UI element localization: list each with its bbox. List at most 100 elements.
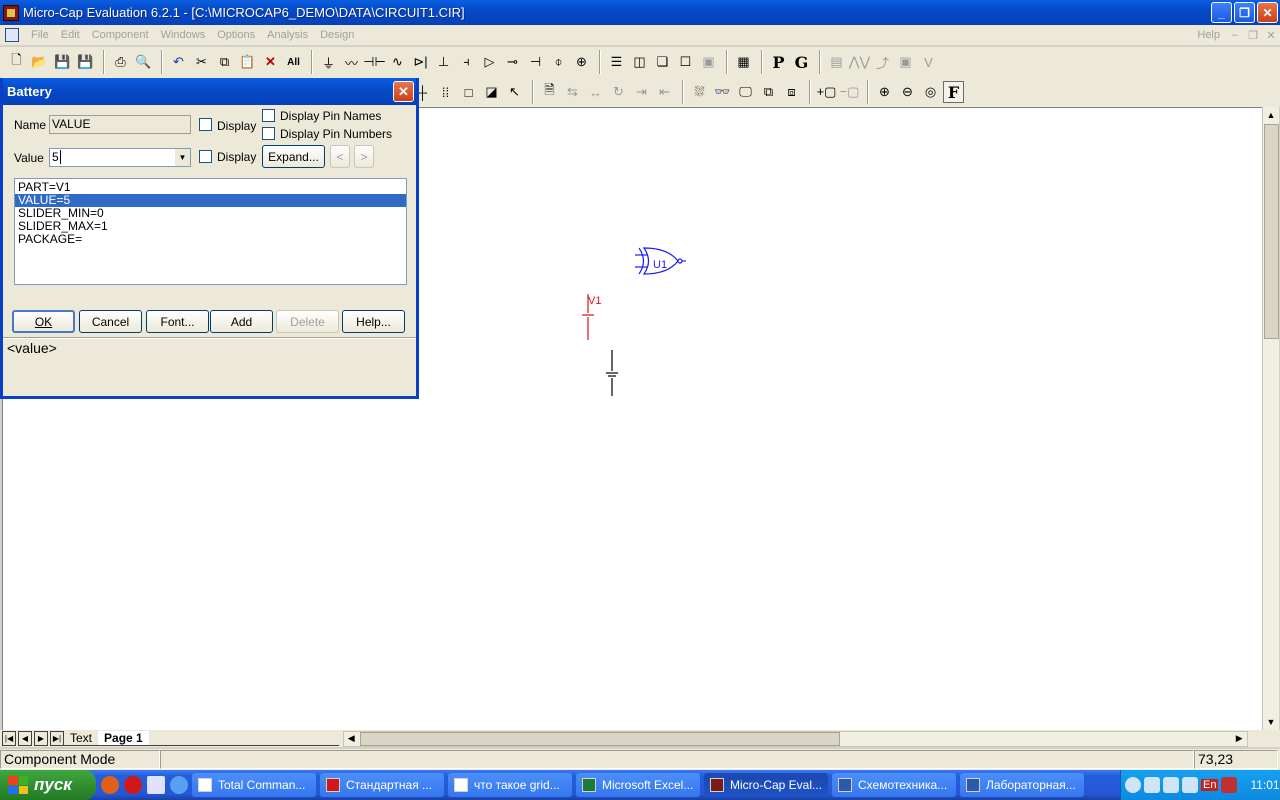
cut-icon[interactable]: ✂ [191,51,212,73]
voltage-source-icon[interactable]: ⊕ [571,51,592,73]
horizontal-scroll-thumb[interactable] [359,731,840,746]
find-part-icon[interactable]: ⛆ [689,81,710,103]
grid-dots-icon[interactable]: ⁞⁞ [435,81,456,103]
mirror-icon[interactable]: ⇆ [562,81,583,103]
vertical-scrollbar[interactable]: ▲ ▼ [1262,107,1279,730]
diode-icon[interactable]: ⊳| [410,51,431,73]
voltage-probe-icon[interactable]: V [918,51,939,73]
ok-button[interactable]: OK [12,310,75,333]
cancel-button[interactable]: Cancel [79,310,142,333]
name-field[interactable]: VALUE [49,115,191,134]
chevron-down-icon[interactable]: ▼ [175,149,190,166]
value-combobox[interactable]: 5 ▼ [49,148,191,167]
menu-file[interactable]: File [25,29,55,41]
inductor-icon[interactable]: ∿ [387,51,408,73]
tray-app-icon[interactable] [1221,777,1238,793]
restore-button[interactable]: ❐ [1234,2,1255,23]
language-indicator[interactable]: En [1201,779,1219,791]
next-page-icon[interactable]: ▶ [34,731,48,746]
minimize-button[interactable]: _ [1211,2,1232,23]
attribute-list[interactable]: PART=V1 VALUE=5 SLIDER_MIN=0 SLIDER_MAX=… [14,178,407,285]
prev-attr-button[interactable]: < [330,145,350,168]
close-button[interactable]: ✕ [1257,2,1278,23]
delete-page-icon[interactable]: −▢ [839,81,860,103]
ie-icon[interactable] [170,776,188,794]
menu-help[interactable]: Help [1191,29,1226,41]
document-icon[interactable] [5,28,19,42]
resistor-icon[interactable]: 〰 [341,51,362,73]
display-name-checkbox[interactable] [199,118,212,131]
prev-page-icon[interactable]: ◀ [18,731,32,746]
taskbar-item-excel[interactable]: Microsoft Excel... [576,773,700,797]
opera-icon[interactable] [124,776,142,794]
menu-windows[interactable]: Windows [155,29,212,41]
step-box-icon[interactable]: ⇥ [631,81,652,103]
print-preview-icon[interactable]: 🔍 [133,51,154,73]
taskbar-item-microcap[interactable]: Micro-Cap Eval... [704,773,828,797]
network-icon[interactable] [1144,777,1160,793]
vertical-scroll-thumb[interactable] [1264,124,1279,339]
copy-icon[interactable]: ⧉ [214,51,235,73]
taskbar-item-opera[interactable]: Стандартная ... [320,773,444,797]
dialog-close-button[interactable]: ✕ [393,81,414,102]
attribute-row[interactable]: PACKAGE= [15,233,406,246]
capacitor-icon[interactable]: ⊣⊢ [363,51,386,73]
tab-text[interactable]: Text [64,731,99,746]
monitor-icon[interactable] [1163,777,1179,793]
transistor-icon[interactable]: ⊸ [502,51,523,73]
nmos-icon[interactable]: ⊣ [525,51,546,73]
save-icon[interactable]: 💾 [52,51,73,73]
menu-options[interactable]: Options [211,29,261,41]
battery-icon[interactable]: ⊥ [433,51,454,73]
probe-icon[interactable]: ▣ [895,51,916,73]
zoom-out-icon[interactable]: ⊖ [897,81,918,103]
display-value-checkbox[interactable] [199,150,212,163]
horizontal-scrollbar[interactable]: ◀ ▶ [342,730,1248,747]
value-text[interactable]: 5 [52,150,59,164]
taskbar-item-word-1[interactable]: Схемотехника... [832,773,956,797]
rectangle-icon[interactable]: □ [458,81,479,103]
opamp-icon[interactable]: ▷ [479,51,500,73]
attribute-row[interactable]: PART=V1 [15,181,406,194]
bring-front-icon[interactable]: ⧉ [758,81,779,103]
calculator-icon[interactable]: ▦ [733,51,754,73]
menu-analysis[interactable]: Analysis [261,29,314,41]
rotate-icon[interactable]: ↻ [608,81,629,103]
binoculars-icon[interactable]: 👓 [712,81,733,103]
save-all-icon[interactable]: 💾 [75,51,96,73]
add-button[interactable]: Add [210,310,273,333]
fit-icon[interactable]: ◎ [920,81,941,103]
start-button[interactable]: пуск [0,770,96,800]
display-pin-names-checkbox[interactable] [262,109,275,122]
taskbar-item-total-commander[interactable]: Total Comman... [192,773,316,797]
menu-component[interactable]: Component [86,29,155,41]
select-arrow-icon[interactable]: ↖ [504,81,525,103]
info-icon[interactable]: 🗎 [539,81,560,103]
paste-icon[interactable]: 📋 [237,51,258,73]
scroll-left-icon[interactable]: ◀ [344,732,359,746]
taskbar-item-word-2[interactable]: Лабораторная... [960,773,1084,797]
open-icon[interactable]: 📂 [29,51,50,73]
font-button[interactable]: Font... [146,310,209,333]
waveform-icon[interactable]: ⋀⋁ [849,51,870,73]
step-text-icon[interactable]: ⇤ [654,81,675,103]
cascade-icon[interactable]: ❏ [652,51,673,73]
taskbar-item-pdf[interactable]: что такое grid... [448,773,572,797]
grid-g-button[interactable]: G [791,51,812,73]
delete-icon[interactable]: ✕ [260,51,281,73]
mdi-restore-icon[interactable]: ❐ [1244,29,1262,42]
last-page-icon[interactable]: ▶| [50,731,64,746]
scroll-right-icon[interactable]: ▶ [1232,732,1247,746]
undo-icon[interactable]: ↶ [168,51,189,73]
tile-horizontal-icon[interactable]: ☰ [606,51,627,73]
display-icon[interactable]: 🖵 [735,81,756,103]
add-page-icon[interactable]: +▢ [816,81,837,103]
print-icon[interactable]: ⎙ [110,51,131,73]
scroll-down-icon[interactable]: ▼ [1263,714,1279,730]
menu-design[interactable]: Design [314,29,360,41]
save-quicklaunch-icon[interactable] [147,776,165,794]
speaker-icon[interactable] [1182,777,1198,793]
npn-icon[interactable]: ⫞ [456,51,477,73]
tab-page-1[interactable]: Page 1 [98,731,149,746]
mdi-close-icon[interactable]: ✕ [1262,29,1280,42]
